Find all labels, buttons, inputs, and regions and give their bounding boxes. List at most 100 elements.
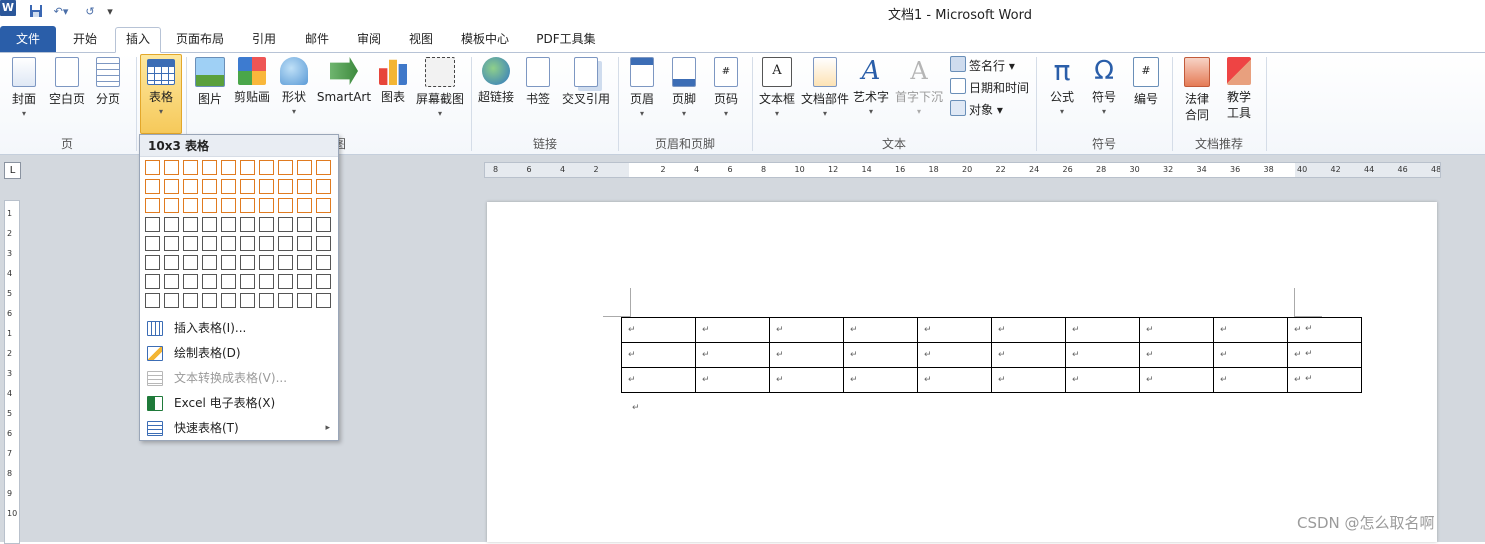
grid-cell[interactable] xyxy=(297,179,312,194)
table-cell[interactable]: ↵ xyxy=(843,367,918,393)
table-cell[interactable]: ↵ xyxy=(917,342,992,368)
tab-pdf-tools[interactable]: PDF工具集 xyxy=(528,28,604,52)
grid-cell[interactable] xyxy=(164,160,179,175)
grid-cell[interactable] xyxy=(183,198,198,213)
page-number-button[interactable]: # 页码 ▾ xyxy=(710,57,742,119)
grid-cell[interactable] xyxy=(145,198,160,213)
grid-cell[interactable] xyxy=(278,160,293,175)
vertical-ruler[interactable]: 1 2 3 4 5 6 1 2 3 4 5 6 7 8 9 10 xyxy=(4,200,20,544)
grid-cell[interactable] xyxy=(202,293,217,308)
grid-cell[interactable] xyxy=(202,255,217,270)
grid-cell[interactable] xyxy=(145,179,160,194)
table-cell[interactable]: ↵ xyxy=(843,342,918,368)
grid-cell[interactable] xyxy=(145,274,160,289)
grid-cell[interactable] xyxy=(240,179,255,194)
bookmark-button[interactable]: 书签 xyxy=(522,57,554,107)
grid-cell[interactable] xyxy=(297,160,312,175)
equation-button[interactable]: π 公式 ▾ xyxy=(1044,57,1080,117)
grid-cell[interactable] xyxy=(221,293,236,308)
grid-cell[interactable] xyxy=(278,236,293,251)
grid-cell[interactable] xyxy=(316,160,331,175)
quick-tables-menu-item[interactable]: 快速表格(T) ▸ xyxy=(140,416,338,440)
date-time-button[interactable]: 日期和时间 xyxy=(950,78,1029,98)
grid-cell[interactable] xyxy=(202,274,217,289)
object-button[interactable]: 对象 ▾ xyxy=(950,100,1003,120)
grid-cell[interactable] xyxy=(202,236,217,251)
table-cell[interactable]: ↵ xyxy=(621,342,696,368)
grid-cell[interactable] xyxy=(183,179,198,194)
grid-cell[interactable] xyxy=(164,255,179,270)
grid-cell[interactable] xyxy=(183,217,198,232)
table-cell[interactable]: ↵ xyxy=(1065,317,1140,343)
grid-cell[interactable] xyxy=(316,236,331,251)
teaching-tools-button[interactable]: 教学 工具 xyxy=(1220,57,1258,121)
tab-mailings[interactable]: 邮件 xyxy=(295,28,339,52)
grid-cell[interactable] xyxy=(240,198,255,213)
grid-cell[interactable] xyxy=(240,236,255,251)
table-cell[interactable]: ↵ xyxy=(1139,317,1214,343)
grid-cell[interactable] xyxy=(259,198,274,213)
grid-cell[interactable] xyxy=(164,274,179,289)
table-button[interactable]: 表格 ▾ xyxy=(140,54,182,134)
grid-cell[interactable] xyxy=(316,274,331,289)
tab-view[interactable]: 视图 xyxy=(399,28,443,52)
tab-references[interactable]: 引用 xyxy=(242,28,286,52)
grid-cell[interactable] xyxy=(164,293,179,308)
table-cell[interactable]: ↵ xyxy=(1213,367,1288,393)
grid-cell[interactable] xyxy=(297,198,312,213)
grid-cell[interactable] xyxy=(316,217,331,232)
grid-cell[interactable] xyxy=(202,179,217,194)
table-cell[interactable]: ↵ xyxy=(1139,342,1214,368)
grid-cell[interactable] xyxy=(259,293,274,308)
shapes-button[interactable]: 形状 ▾ xyxy=(278,57,310,117)
grid-cell[interactable] xyxy=(221,217,236,232)
text-to-table-menu-item[interactable]: 文本转换成表格(V)... xyxy=(140,366,338,390)
page-break-button[interactable]: 分页 xyxy=(92,57,124,107)
grid-cell[interactable] xyxy=(221,160,236,175)
quick-parts-button[interactable]: 文档部件 ▾ xyxy=(800,57,850,119)
law-contract-button[interactable]: 法律 合同 xyxy=(1178,57,1216,123)
tab-page-layout[interactable]: 页面布局 xyxy=(168,28,232,52)
table-cell[interactable]: ↵ xyxy=(1287,342,1362,368)
grid-cell[interactable] xyxy=(183,274,198,289)
table-cell[interactable]: ↵ xyxy=(1065,367,1140,393)
grid-cell[interactable] xyxy=(221,274,236,289)
table-cell[interactable]: ↵ xyxy=(1287,317,1362,343)
grid-cell[interactable] xyxy=(221,236,236,251)
grid-cell[interactable] xyxy=(259,160,274,175)
excel-spreadsheet-menu-item[interactable]: Excel 电子表格(X) xyxy=(140,391,338,415)
table-cell[interactable]: ↵ xyxy=(917,367,992,393)
grid-cell[interactable] xyxy=(164,217,179,232)
table-cell[interactable]: ↵ xyxy=(1065,342,1140,368)
grid-cell[interactable] xyxy=(183,160,198,175)
grid-cell[interactable] xyxy=(259,179,274,194)
grid-cell[interactable] xyxy=(297,255,312,270)
grid-cell[interactable] xyxy=(278,274,293,289)
grid-cell[interactable] xyxy=(145,255,160,270)
grid-cell[interactable] xyxy=(278,255,293,270)
table-cell[interactable]: ↵ xyxy=(695,317,770,343)
clipart-button[interactable]: 剪贴画 xyxy=(232,57,272,105)
grid-cell[interactable] xyxy=(202,217,217,232)
tab-stop-selector[interactable]: L xyxy=(4,162,21,179)
table-cell[interactable]: ↵ xyxy=(1213,317,1288,343)
table-cell[interactable]: ↵ xyxy=(991,367,1066,393)
picture-button[interactable]: 图片 xyxy=(194,57,226,107)
table-cell[interactable]: ↵ xyxy=(991,342,1066,368)
table-cell[interactable]: ↵ xyxy=(695,342,770,368)
grid-cell[interactable] xyxy=(278,293,293,308)
table-cell[interactable]: ↵ xyxy=(1213,342,1288,368)
grid-cell[interactable] xyxy=(278,198,293,213)
table-cell[interactable]: ↵ xyxy=(1139,367,1214,393)
grid-cell[interactable] xyxy=(297,293,312,308)
header-button[interactable]: 页眉 ▾ xyxy=(626,57,658,119)
grid-cell[interactable] xyxy=(259,217,274,232)
table-cell[interactable]: ↵ xyxy=(1287,367,1362,393)
dropcap-button[interactable]: A 首字下沉 ▾ xyxy=(894,57,944,117)
grid-cell[interactable] xyxy=(259,274,274,289)
table-cell[interactable]: ↵ xyxy=(769,342,844,368)
grid-cell[interactable] xyxy=(221,179,236,194)
grid-cell[interactable] xyxy=(297,274,312,289)
tab-file[interactable]: 文件 xyxy=(0,26,56,52)
grid-cell[interactable] xyxy=(145,217,160,232)
